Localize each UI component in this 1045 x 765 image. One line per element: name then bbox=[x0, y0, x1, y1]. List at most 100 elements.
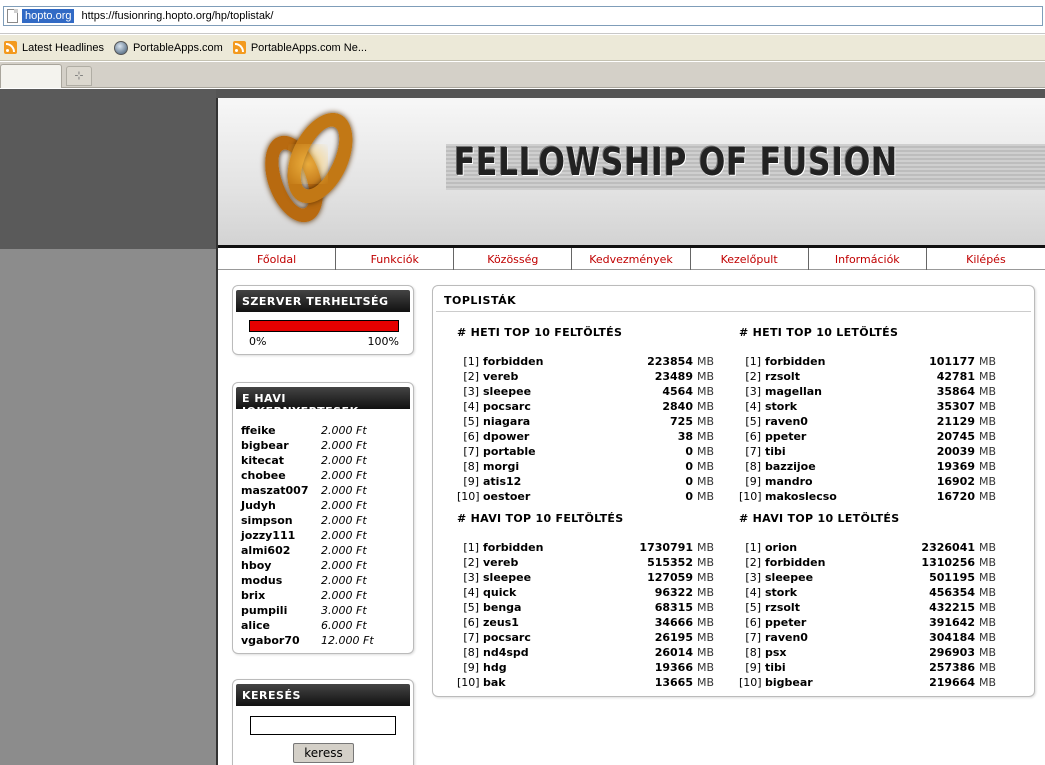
toplist-row: [2] vereb 515352 MB bbox=[457, 555, 714, 570]
site-title: FELLOWSHIP OF FUSION bbox=[454, 140, 899, 184]
toplist-row: [5] niagara 725 MB bbox=[457, 414, 714, 429]
toplist-value: 1310256 bbox=[921, 556, 975, 569]
toplist-unit: MB bbox=[697, 571, 715, 584]
toplist-rank: [6] bbox=[463, 430, 479, 443]
toplist-value: 26014 bbox=[654, 646, 693, 659]
toplist-row: [5] rzsolt 432215 MB bbox=[739, 600, 996, 615]
toplist-row: [2] forbidden 1310256 MB bbox=[739, 555, 996, 570]
toplist-user: makoslecso bbox=[765, 490, 837, 503]
toplist-rank: [9] bbox=[463, 661, 479, 674]
jokers-title: E HAVI JOKERNYERTESEK bbox=[236, 387, 410, 418]
toplist-value: 219664 bbox=[929, 676, 975, 689]
toplist-user: benga bbox=[483, 601, 522, 614]
nav-funkciok[interactable]: Funkciók bbox=[336, 248, 455, 270]
toplist-rank: [10] bbox=[457, 490, 480, 503]
joker-row: chobee 2.000 Ft bbox=[241, 468, 413, 483]
toplist-user: oestoer bbox=[483, 490, 531, 503]
toplist-rank: [4] bbox=[745, 400, 761, 413]
toplist-value: 20745 bbox=[936, 430, 975, 443]
toplist-unit: MB bbox=[697, 541, 715, 554]
bookmark-label: Latest Headlines bbox=[22, 41, 104, 54]
weekly-upload-heading: # HETI TOP 10 FELTÖLTÉS bbox=[457, 326, 623, 339]
toplist-value: 1730791 bbox=[639, 541, 693, 554]
bookmark-latest-headlines[interactable]: Latest Headlines bbox=[4, 41, 104, 54]
toplist-user: quick bbox=[483, 586, 517, 599]
toplist-unit: MB bbox=[979, 541, 997, 554]
toplist-rank: [3] bbox=[745, 571, 761, 584]
site-identity-badge[interactable]: hopto.org bbox=[4, 7, 77, 25]
toplist-row: [6] ppeter 20745 MB bbox=[739, 429, 996, 444]
toplist-rank: [7] bbox=[745, 631, 761, 644]
jokers-box: E HAVI JOKERNYERTESEK ffeike 2.000 Ft bigb… bbox=[232, 382, 414, 654]
joker-name: modus bbox=[241, 574, 283, 587]
toplist-row: [2] rzsolt 42781 MB bbox=[739, 369, 996, 384]
toplist-user: nd4spd bbox=[483, 646, 529, 659]
server-load-bar bbox=[249, 320, 399, 332]
joker-name: chobee bbox=[241, 469, 286, 482]
joker-name: pumpili bbox=[241, 604, 288, 617]
nav-informaciok[interactable]: Információk bbox=[809, 248, 927, 270]
toplist-unit: MB bbox=[979, 370, 997, 383]
toplist-unit: MB bbox=[697, 445, 715, 458]
toplist-row: [2] vereb 23489 MB bbox=[457, 369, 714, 384]
nav-kozosseg[interactable]: Közösség bbox=[454, 248, 573, 270]
search-button[interactable]: keress bbox=[293, 743, 354, 763]
joker-amount: 12.000 Ft bbox=[321, 634, 374, 647]
toplist-value: 19369 bbox=[936, 460, 975, 473]
joker-row: hboy 2.000 Ft bbox=[241, 558, 413, 573]
toplist-value: 296903 bbox=[929, 646, 975, 659]
bookmark-portableapps-news[interactable]: PortableApps.com Ne... bbox=[232, 41, 368, 54]
joker-amount: 2.000 Ft bbox=[321, 454, 367, 467]
toplist-user: vereb bbox=[483, 556, 519, 569]
toplist-user: magellan bbox=[765, 385, 823, 398]
url-text[interactable]: https://fusionring.hopto.org/hp/toplista… bbox=[81, 10, 273, 22]
toplist-value: 101177 bbox=[929, 355, 975, 368]
nav-kedvezmenyek[interactable]: Kedvezmények bbox=[572, 248, 691, 270]
toplist-row: [4] pocsarc 2840 MB bbox=[457, 399, 714, 414]
search-box: KERESÉS keress bbox=[232, 679, 414, 765]
toplist-user: raven0 bbox=[765, 631, 808, 644]
browser-tab-active[interactable] bbox=[0, 64, 62, 88]
toplist-value: 26195 bbox=[654, 631, 693, 644]
toplist-rank: [6] bbox=[745, 616, 761, 629]
monthly-download-list: [1] orion 2326041 MB [2] forbidden 1310256 MB [3… bbox=[739, 540, 996, 690]
toplist-row: [7] raven0 304184 MB bbox=[739, 630, 996, 645]
toplist-user: tibi bbox=[765, 445, 786, 458]
toplist-user: forbidden bbox=[765, 556, 826, 569]
toplist-unit: MB bbox=[979, 460, 997, 473]
nav-kezelopult[interactable]: Kezelőpult bbox=[691, 248, 809, 270]
toplist-user: pocsarc bbox=[483, 631, 531, 644]
url-field[interactable]: hopto.org https://fusionring.hopto.org/h… bbox=[3, 6, 1043, 26]
bookmark-portableapps[interactable]: PortableApps.com bbox=[113, 40, 223, 55]
toplist-rank: [10] bbox=[739, 676, 762, 689]
toplist-unit: MB bbox=[979, 475, 997, 488]
toplist-unit: MB bbox=[697, 676, 715, 689]
toplist-unit: MB bbox=[979, 445, 997, 458]
toplist-rank: [2] bbox=[463, 370, 479, 383]
toplist-user: vereb bbox=[483, 370, 519, 383]
toplist-rank: [8] bbox=[745, 646, 761, 659]
toplist-rank: [1] bbox=[745, 541, 761, 554]
toplist-row: [1] forbidden 101177 MB bbox=[739, 354, 996, 369]
bookmark-label: PortableApps.com Ne... bbox=[250, 41, 368, 54]
new-tab-button[interactable]: ⊹ bbox=[66, 66, 92, 86]
toplist-rank: [5] bbox=[745, 415, 761, 428]
toplist-unit: MB bbox=[979, 430, 997, 443]
nav-fooldal[interactable]: Főoldal bbox=[218, 248, 337, 270]
toplist-rank: [3] bbox=[745, 385, 761, 398]
joker-row: kitecat 2.000 Ft bbox=[241, 453, 413, 468]
toplist-row: [3] sleepee 4564 MB bbox=[457, 384, 714, 399]
search-title: KERESÉS bbox=[236, 684, 410, 706]
toplist-value: 38 bbox=[677, 430, 693, 443]
toplist-user: sleepee bbox=[765, 571, 814, 584]
toplist-unit: MB bbox=[697, 616, 715, 629]
joker-row: alice 6.000 Ft bbox=[241, 618, 413, 633]
toplist-unit: MB bbox=[697, 460, 715, 473]
joker-name: brix bbox=[241, 589, 266, 602]
toplist-unit: MB bbox=[979, 616, 997, 629]
search-input[interactable] bbox=[250, 716, 396, 735]
toplist-value: 20039 bbox=[936, 445, 975, 458]
toplist-unit: MB bbox=[979, 355, 997, 368]
toplist-row: [5] benga 68315 MB bbox=[457, 600, 714, 615]
nav-kilepes[interactable]: Kilépés bbox=[927, 248, 1045, 270]
